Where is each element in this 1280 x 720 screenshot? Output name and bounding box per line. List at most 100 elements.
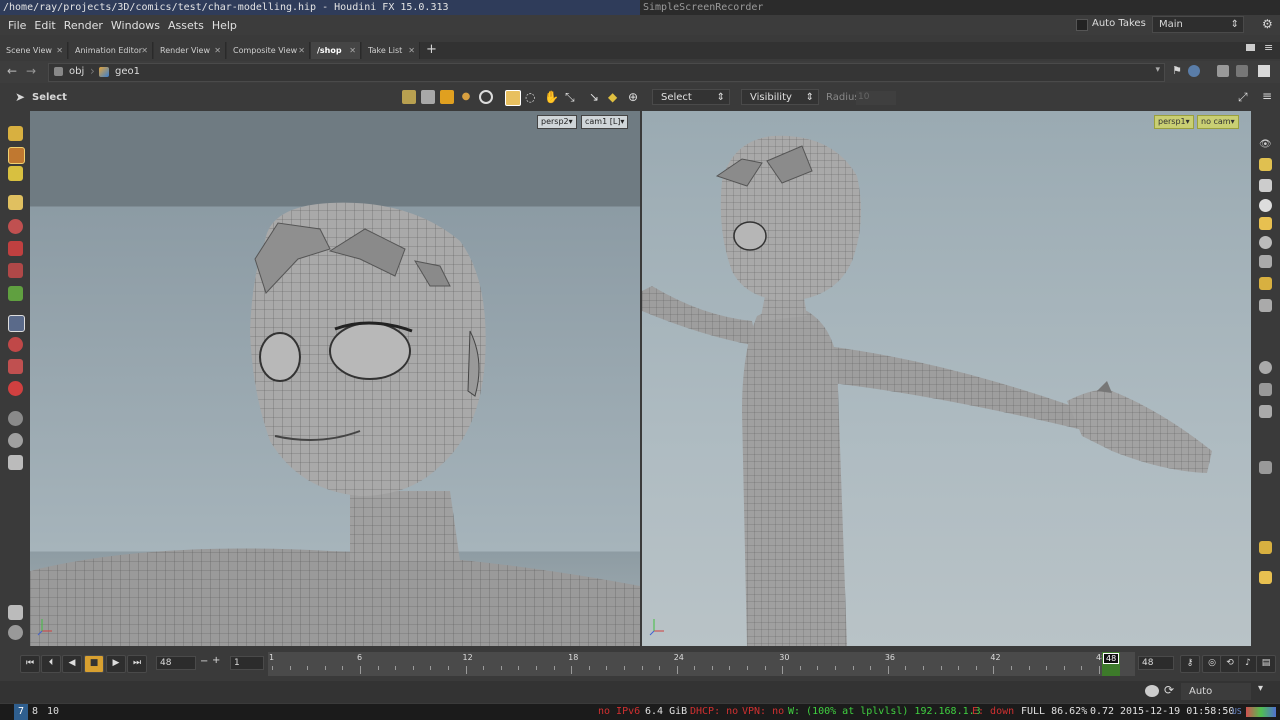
stop-button[interactable]: ■ [84, 655, 104, 673]
primitive-icon[interactable] [1259, 461, 1272, 474]
toolbar-options-icon[interactable]: ⤢ [1238, 90, 1248, 105]
magnet-icon[interactable] [8, 381, 23, 396]
menu-help[interactable]: Help [212, 19, 237, 32]
toolbar-menu-icon[interactable]: ≡ [1262, 89, 1272, 103]
select-objects-icon[interactable] [402, 90, 416, 104]
viewport-right[interactable]: persp1▾ no cam▾ [642, 111, 1251, 646]
play-button[interactable]: ▶ [106, 655, 126, 673]
jump-end-button[interactable]: ⏭ [127, 655, 147, 673]
pin-icon[interactable]: ⚑ [1172, 64, 1182, 77]
loop-icon[interactable]: ⟲ [1220, 655, 1240, 673]
tab-scene-view[interactable]: Scene View ✕ [0, 42, 68, 59]
shelf-bottom-icon[interactable] [8, 605, 23, 620]
pose-tool-icon[interactable] [8, 286, 23, 301]
back-arrow-icon[interactable]: ← [7, 64, 17, 78]
forward-arrow-icon[interactable]: → [26, 64, 36, 78]
lasso-icon[interactable]: ◌ [525, 90, 539, 104]
viewport-camera-menu[interactable]: persp1▾ [1154, 115, 1194, 129]
pin-icon[interactable] [1259, 236, 1272, 249]
ghost-icon[interactable] [1259, 179, 1272, 192]
menu-windows[interactable]: Windows [111, 19, 160, 32]
select-tool-icon[interactable] [8, 195, 23, 210]
arrow-select-icon[interactable]: ↘ [589, 90, 603, 104]
keyboard-layout[interactable]: US [1232, 704, 1242, 720]
path-node[interactable]: geo1 [115, 66, 140, 77]
refresh-icon[interactable]: ⟳ [1164, 683, 1174, 697]
normal-icon[interactable] [1259, 383, 1272, 396]
audio-icon[interactable]: ♪ [1238, 655, 1258, 673]
realtime-icon[interactable]: ◎ [1202, 655, 1222, 673]
menu-file[interactable]: File [8, 19, 26, 32]
snap-prim-icon[interactable] [8, 359, 23, 374]
timeline[interactable]: 1 6 12 18 24 30 36 42 48 48 [268, 652, 1135, 676]
move-tool-icon[interactable] [8, 219, 23, 234]
menu-assets[interactable]: Assets [168, 19, 204, 32]
camera-icon[interactable] [1259, 255, 1272, 268]
viewport-cam-menu[interactable]: no cam▾ [1197, 115, 1239, 129]
chevron-down-icon[interactable]: ▾ [1258, 683, 1263, 694]
workspace-7[interactable]: 7 [14, 704, 28, 720]
render-icon[interactable] [1259, 277, 1272, 290]
menu-edit[interactable]: Edit [34, 19, 55, 32]
visibility-dropdown[interactable]: Visibility ⇕ [741, 89, 819, 105]
handle-tool-icon[interactable] [8, 126, 23, 141]
tab-render-view[interactable]: Render View ✕ [154, 42, 226, 59]
shading-icon[interactable] [1259, 199, 1272, 212]
viewport-left[interactable]: persp2▾ cam1 [L]▾ [30, 111, 640, 646]
display-options-icon[interactable] [1217, 65, 1229, 77]
workspace-10[interactable]: 10 [44, 704, 62, 720]
lock-icon[interactable] [1259, 158, 1272, 171]
select-mode-dropdown[interactable]: Select ⇕ [652, 89, 730, 105]
tab-animation-editor[interactable]: Animation Editor ✕ [69, 42, 153, 59]
select-geometry-icon[interactable] [421, 90, 435, 104]
image-icon[interactable] [1236, 65, 1248, 77]
rotate-tool-icon[interactable] [8, 241, 23, 256]
frame-increment-button[interactable]: + [212, 655, 220, 666]
view-tool-icon[interactable] [8, 315, 25, 332]
light-icon[interactable] [8, 455, 23, 470]
frame-decrement-button[interactable]: − [200, 656, 208, 667]
workspace-8[interactable]: 8 [28, 704, 42, 720]
chevron-down-icon[interactable]: ▾ [1155, 65, 1160, 75]
current-frame-field[interactable]: 48 [156, 656, 196, 670]
target-icon[interactable]: ⊕ [628, 90, 642, 104]
close-icon[interactable]: ✕ [141, 42, 148, 59]
eye-icon[interactable] [8, 433, 23, 448]
link-icon[interactable] [1188, 65, 1200, 77]
bulb-icon[interactable] [1259, 217, 1272, 230]
close-icon[interactable]: ✕ [298, 42, 305, 59]
jump-start-button[interactable]: ⏮ [20, 655, 40, 673]
diamond-icon[interactable]: ◆ [608, 90, 622, 104]
tab-take-list[interactable]: Take List ✕ [362, 42, 420, 59]
select-target-icon[interactable] [479, 90, 493, 104]
path-field[interactable]: obj › geo1 ▾ [48, 63, 1165, 82]
lighting-icon[interactable] [1259, 571, 1272, 584]
close-icon[interactable]: ✕ [56, 42, 63, 59]
display-settings-icon[interactable] [1259, 541, 1272, 554]
camera-icon[interactable] [8, 411, 23, 426]
eye-icon[interactable]: 👁 [1259, 139, 1272, 152]
paint-select-icon[interactable]: ✋ [544, 90, 559, 104]
timeline-current-frame-marker[interactable]: 48 [1102, 652, 1120, 676]
scale-tool-icon[interactable] [8, 263, 23, 278]
key-icon[interactable]: ⚷ [1180, 655, 1200, 673]
viewport-cam-menu[interactable]: cam1 [L]▾ [581, 115, 629, 129]
step-back-button[interactable]: ⏴ [41, 655, 61, 673]
laser-select-icon[interactable]: ⤡ [565, 90, 579, 104]
select-points-icon[interactable] [440, 90, 454, 104]
radius-field[interactable]: 10 [856, 91, 896, 105]
paint-tool-icon[interactable] [8, 147, 25, 164]
pane-menu-icon[interactable]: ≡ [1264, 41, 1273, 54]
auto-takes-checkbox[interactable] [1076, 19, 1088, 31]
pane-layout-icon[interactable] [1246, 44, 1255, 51]
select-dot-icon[interactable]: ● [459, 90, 473, 104]
sculpt-tool-icon[interactable] [8, 166, 23, 181]
tray-icons[interactable] [1246, 707, 1276, 717]
gear-icon[interactable]: ⚙ [1262, 17, 1273, 31]
step-field[interactable]: 1 [230, 656, 264, 670]
tab-composite-view[interactable]: Composite View ✕ [227, 42, 310, 59]
tab-shop[interactable]: /shop ✕ [311, 42, 361, 59]
end-frame-field[interactable]: 48 [1138, 656, 1174, 670]
snap-grid-icon[interactable] [8, 337, 23, 352]
point-icon[interactable] [1259, 361, 1272, 374]
